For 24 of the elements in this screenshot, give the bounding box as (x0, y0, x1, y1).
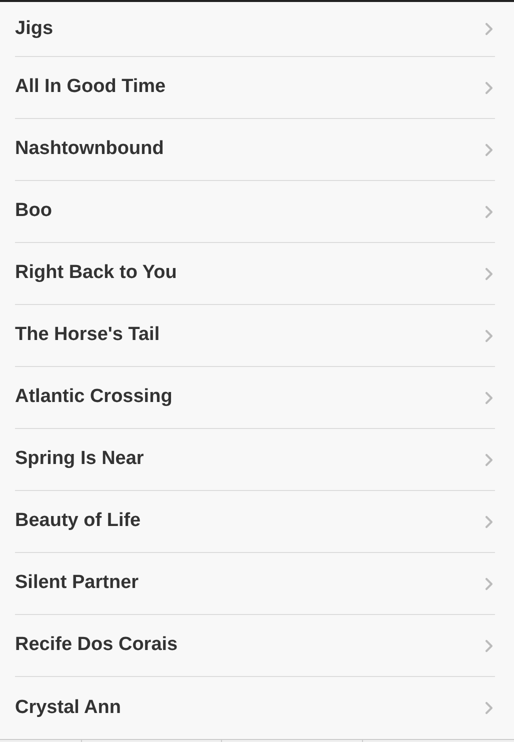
song-title: Silent Partner (15, 571, 139, 596)
list-item[interactable]: The Horse's Tail (15, 305, 495, 367)
list-item[interactable]: Boo (15, 181, 495, 243)
song-title: The Horse's Tail (15, 323, 160, 348)
list-item[interactable]: Spring Is Near (15, 429, 495, 491)
song-title: Right Back to You (15, 261, 177, 286)
list-item[interactable]: Crystal Ann (15, 677, 495, 739)
song-title: Spring Is Near (15, 447, 144, 472)
song-title: Crystal Ann (15, 696, 121, 720)
list-item[interactable]: Jigs (15, 2, 495, 57)
list-item[interactable]: Beauty of Life (15, 491, 495, 553)
list-item[interactable]: Silent Partner (15, 553, 495, 615)
list-item[interactable]: Right Back to You (15, 243, 495, 305)
list-item[interactable]: Nashtownbound (15, 119, 495, 181)
list-item[interactable]: Recife Dos Corais (15, 615, 495, 677)
song-title: Jigs (15, 16, 54, 41)
song-title: Recife Dos Corais (15, 633, 178, 658)
list-item[interactable]: Atlantic Crossing (15, 367, 495, 429)
song-title: Beauty of Life (15, 509, 141, 534)
song-title: Nashtownbound (15, 137, 164, 162)
song-title: Boo (15, 199, 52, 224)
song-title: All In Good Time (15, 75, 166, 100)
list-item[interactable]: All In Good Time (15, 57, 495, 119)
song-title: Atlantic Crossing (15, 385, 172, 410)
